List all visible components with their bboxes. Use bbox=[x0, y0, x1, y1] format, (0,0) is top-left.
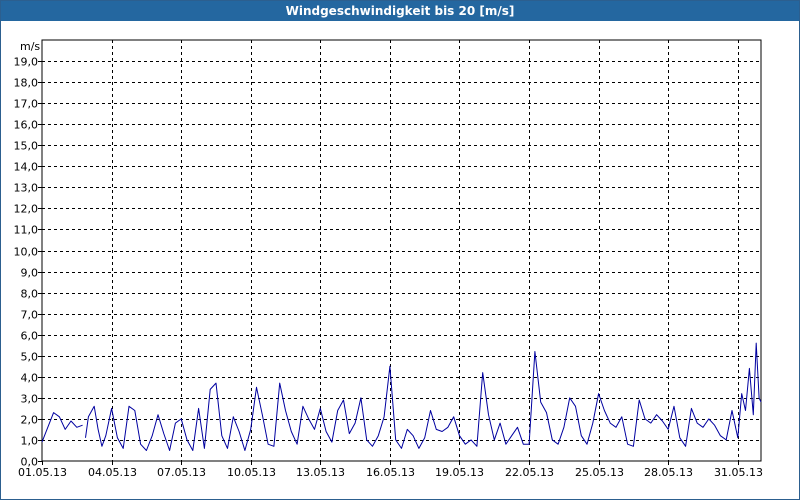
x-tick-label: 25.05.13 bbox=[575, 466, 624, 479]
y-tick-label: 10,0 bbox=[14, 246, 39, 259]
y-tick-label: 5,0 bbox=[21, 351, 39, 364]
x-tick-label: 31.05.13 bbox=[714, 466, 763, 479]
y-tick-label: 18,0 bbox=[14, 77, 39, 90]
y-tick-label: 17,0 bbox=[14, 98, 39, 111]
y-axis-label: m/s bbox=[20, 40, 40, 53]
y-tick-label: 2,0 bbox=[21, 414, 39, 427]
y-tick-label: 16,0 bbox=[14, 119, 39, 132]
x-tick-label: 13.05.13 bbox=[296, 466, 345, 479]
x-tick-label: 10.05.13 bbox=[227, 466, 276, 479]
y-tick-label: 4,0 bbox=[21, 372, 39, 385]
plot-area bbox=[41, 39, 762, 462]
x-tick-label: 04.05.13 bbox=[88, 466, 137, 479]
x-tick-label: 01.05.13 bbox=[18, 466, 67, 479]
y-tick-label: 8,0 bbox=[21, 288, 39, 301]
x-tick-label: 22.05.13 bbox=[505, 466, 554, 479]
x-tick-label: 28.05.13 bbox=[644, 466, 693, 479]
y-tick-label: 19,0 bbox=[14, 56, 39, 69]
y-tick-label: 11,0 bbox=[14, 224, 39, 237]
y-tick-label: 15,0 bbox=[14, 140, 39, 153]
y-tick-labels: 0,01,02,03,04,05,06,07,08,09,010,011,012… bbox=[14, 56, 39, 469]
y-tick-label: 14,0 bbox=[14, 161, 39, 174]
y-tick-label: 1,0 bbox=[21, 435, 39, 448]
x-tick-labels: 01.05.13 04.05.13 07.05.13 10.05.13 13.05.13… bbox=[18, 466, 763, 479]
y-tick-label: 12,0 bbox=[14, 203, 39, 216]
x-tick-label: 19.05.13 bbox=[435, 466, 484, 479]
y-tick-label: 6,0 bbox=[21, 330, 39, 343]
y-tick-label: 3,0 bbox=[21, 393, 39, 406]
x-tick-label: 07.05.13 bbox=[157, 466, 206, 479]
y-tick-label: 7,0 bbox=[21, 309, 39, 322]
y-tick-label: 13,0 bbox=[14, 182, 39, 195]
chart-canvas: m/s 0,01,02,03,04,05,06,07,08,09,010,011… bbox=[14, 39, 763, 479]
y-tick-label: 9,0 bbox=[21, 267, 39, 280]
x-tick-label: 16.05.13 bbox=[366, 466, 415, 479]
